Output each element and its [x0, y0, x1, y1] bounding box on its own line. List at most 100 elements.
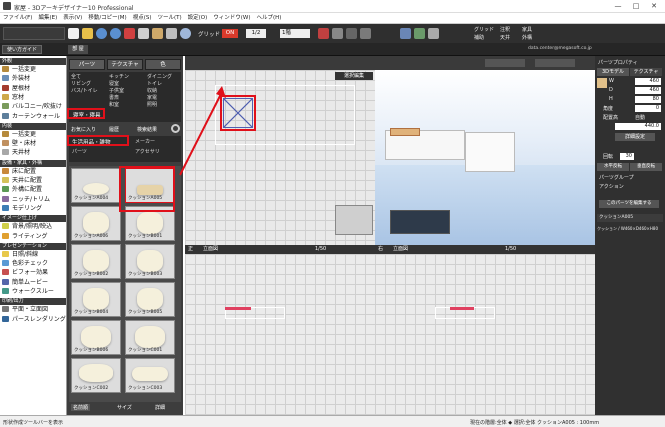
- right-tab[interactable]: 立面図: [393, 245, 408, 254]
- copy-icon[interactable]: [138, 28, 149, 39]
- sort-select[interactable]: 名前順: [71, 404, 91, 411]
- sidebar-item[interactable]: 背景/照明/映込: [2, 223, 66, 231]
- sidebar-item[interactable]: 色彩チェック: [2, 260, 66, 268]
- page-select[interactable]: 1/2: [246, 29, 266, 38]
- category-item[interactable]: キッチン: [109, 73, 129, 80]
- part-thumb[interactable]: クッションB003: [125, 244, 175, 279]
- sidebar-item[interactable]: パースレンダリング: [2, 315, 66, 324]
- menu-viewpoint[interactable]: 視点(S): [130, 13, 155, 24]
- sidebar-item[interactable]: 日照/斜線: [2, 250, 66, 259]
- sidebar-item[interactable]: 外装材: [2, 75, 66, 83]
- filter-history[interactable]: 履歴: [109, 126, 119, 133]
- part-thumb[interactable]: クッションC003: [125, 358, 175, 393]
- category-item[interactable]: 子供室: [109, 87, 124, 94]
- category-item[interactable]: リビング: [71, 80, 91, 87]
- undo-icon[interactable]: [96, 28, 107, 39]
- menu-window[interactable]: ウィンドウ(W): [210, 13, 253, 24]
- right-elevation-view[interactable]: 右 立面図 1/50: [375, 245, 595, 415]
- field-height-input[interactable]: 440.0: [615, 123, 661, 130]
- category-item[interactable]: 和室: [109, 101, 119, 108]
- edit-mode-label[interactable]: 選択編集: [335, 72, 373, 80]
- data-center-link[interactable]: data.center@megasoft.co.jp: [528, 46, 592, 51]
- view-mode-icon[interactable]: [318, 28, 329, 39]
- edit-part-button[interactable]: このパーツを編集する: [599, 200, 659, 208]
- menu-move[interactable]: 移動/コピー(M): [85, 13, 129, 24]
- category-item[interactable]: ダイニング: [147, 73, 172, 80]
- walk-icon[interactable]: [414, 28, 425, 39]
- zoom-icon[interactable]: [180, 28, 191, 39]
- sidebar-item[interactable]: 天井材: [2, 149, 66, 157]
- part-thumb[interactable]: クッションC002: [71, 358, 121, 393]
- front-tab[interactable]: 立面図: [203, 245, 218, 254]
- light-icon[interactable]: [428, 28, 439, 39]
- check-ceiling[interactable]: 天井: [500, 34, 510, 41]
- detail-option[interactable]: 詳細: [155, 404, 165, 411]
- sidebar-item[interactable]: バルコニー/吹抜け: [2, 103, 66, 111]
- sidebar-item[interactable]: 窓材: [2, 93, 66, 102]
- category-item[interactable]: 書斎: [109, 94, 119, 101]
- tab-color[interactable]: 色: [145, 59, 181, 70]
- sidebar-item[interactable]: 簡単ムービー: [2, 278, 66, 287]
- category-item[interactable]: バス/トイレ: [71, 87, 98, 94]
- field-w-input[interactable]: 460: [635, 78, 661, 85]
- redo-icon[interactable]: [110, 28, 121, 39]
- rotate-input[interactable]: 30: [620, 153, 634, 160]
- grid-toggle[interactable]: ON: [222, 29, 238, 38]
- part-thumb[interactable]: クッションB006: [71, 320, 121, 355]
- walk-button[interactable]: [535, 59, 575, 67]
- category-item[interactable]: 寝室: [109, 80, 119, 87]
- subcategory-parts[interactable]: パーツ: [72, 148, 87, 155]
- sidebar-item[interactable]: 屋根材: [2, 84, 66, 93]
- sidebar-item[interactable]: 一括変更: [2, 66, 66, 74]
- menu-help[interactable]: ヘルプ(H): [254, 13, 285, 24]
- right-scale[interactable]: 1/50: [505, 245, 516, 254]
- size-option[interactable]: サイズ: [117, 404, 132, 411]
- menu-settings[interactable]: 設定(O): [185, 13, 211, 24]
- sidebar-item[interactable]: 一括変更: [2, 130, 66, 139]
- maximize-button[interactable]: □: [630, 2, 642, 11]
- part-name-field[interactable]: クッションA005: [597, 214, 663, 222]
- filter-favorites[interactable]: お気に入り: [71, 126, 96, 133]
- part-thumb[interactable]: クッションB002: [71, 244, 121, 279]
- tab-parts[interactable]: パーツ: [69, 59, 105, 70]
- part-thumb[interactable]: クッションC001: [125, 320, 175, 355]
- part-thumb[interactable]: クッションB005: [125, 282, 175, 317]
- front-elevation-view[interactable]: 正 立面図 1/50: [185, 245, 375, 415]
- viewpoint-label[interactable]: [485, 59, 525, 67]
- check-exterior[interactable]: 外構: [522, 34, 532, 41]
- part-thumb[interactable]: クッションA006: [71, 206, 121, 241]
- field-d-input[interactable]: 460: [635, 87, 661, 94]
- tab-prop-texture[interactable]: テクスチャ: [630, 68, 662, 76]
- tab-room[interactable]: 部 屋: [68, 45, 88, 54]
- check-note[interactable]: 注釈: [500, 26, 510, 33]
- render-icon[interactable]: [360, 28, 371, 39]
- field-h-input[interactable]: 80: [635, 96, 661, 103]
- open-folder-icon[interactable]: [82, 28, 93, 39]
- paste-icon[interactable]: [152, 28, 163, 39]
- delete-icon[interactable]: [124, 28, 135, 39]
- part-thumb[interactable]: クッションB004: [71, 282, 121, 317]
- sidebar-item[interactable]: 外構に配置: [2, 186, 66, 194]
- check-aux[interactable]: 補助: [474, 34, 484, 41]
- mirror-h-button[interactable]: 水平反転: [597, 163, 629, 171]
- camera-icon[interactable]: [346, 28, 357, 39]
- perspective-view[interactable]: [375, 70, 595, 245]
- sidebar-item[interactable]: カーテンウォール: [2, 112, 66, 121]
- shape-create-icon[interactable]: [400, 28, 411, 39]
- sidebar-item[interactable]: 壁・床材: [2, 140, 66, 148]
- field-angle-input[interactable]: 0: [635, 105, 661, 112]
- part-thumb[interactable]: クッションA004: [71, 168, 121, 203]
- print-icon[interactable]: [166, 28, 177, 39]
- new-file-icon[interactable]: [68, 28, 79, 39]
- check-grid[interactable]: グリッド: [474, 26, 494, 33]
- sidebar-item[interactable]: 天井に配置: [2, 177, 66, 185]
- menu-view[interactable]: 表示(V): [60, 13, 85, 24]
- cushion-3d[interactable]: [390, 128, 420, 136]
- menu-edit[interactable]: 編集(E): [35, 13, 60, 24]
- check-furniture[interactable]: 家具: [522, 26, 532, 33]
- category-item[interactable]: 全て: [71, 73, 81, 80]
- sidebar-item[interactable]: 床に配置: [2, 167, 66, 176]
- menu-file[interactable]: ファイル(F): [0, 13, 35, 24]
- guide-button[interactable]: 使い方ガイド: [2, 45, 42, 54]
- sidebar-item[interactable]: 平面・立面図: [2, 306, 66, 314]
